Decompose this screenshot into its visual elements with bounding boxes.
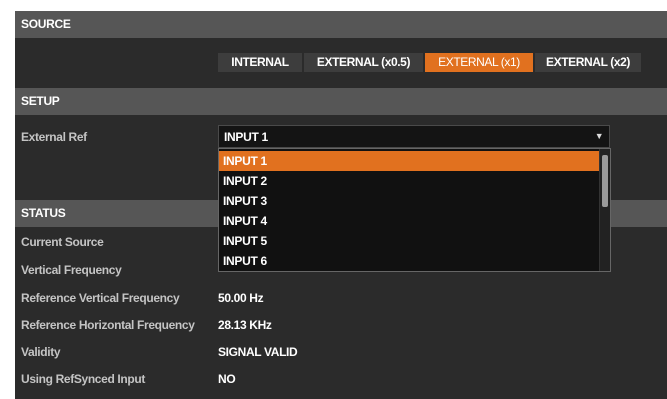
- status-label-current-source: Current Source: [21, 235, 104, 249]
- status-value-ref-horizontal-frequency: 28.13 KHz: [218, 318, 272, 332]
- setup-section-header: SETUP: [15, 88, 667, 115]
- external-ref-select[interactable]: INPUT 1 ▼: [218, 125, 610, 148]
- dropdown-scrollbar-thumb[interactable]: [602, 155, 608, 207]
- dropdown-option-input-3[interactable]: INPUT 3: [219, 191, 601, 211]
- dropdown-option-input-5[interactable]: INPUT 5: [219, 231, 601, 251]
- source-section-header: SOURCE: [15, 11, 667, 38]
- status-label-ref-vertical-frequency: Reference Vertical Frequency: [21, 291, 180, 305]
- status-label-validity: Validity: [21, 345, 61, 359]
- dropdown-option-input-6[interactable]: INPUT 6: [219, 251, 601, 271]
- status-value-using-refsynced-input: NO: [218, 372, 236, 386]
- dropdown-scrollbar[interactable]: [599, 149, 610, 271]
- status-label-ref-horizontal-frequency: Reference Horizontal Frequency: [21, 318, 195, 332]
- dropdown-option-input-4[interactable]: INPUT 4: [219, 211, 601, 231]
- source-external-x05-button[interactable]: EXTERNAL (x0.5): [304, 53, 423, 72]
- status-label-using-refsynced-input: Using RefSynced Input: [21, 372, 145, 386]
- status-label-vertical-frequency: Vertical Frequency: [21, 263, 122, 277]
- status-value-ref-vertical-frequency: 50.00 Hz: [218, 291, 264, 305]
- source-external-x2-button[interactable]: EXTERNAL (x2): [535, 53, 641, 72]
- settings-panel: SOURCE INTERNAL EXTERNAL (x0.5) EXTERNAL…: [15, 11, 667, 399]
- chevron-down-icon[interactable]: ▼: [589, 126, 609, 147]
- dropdown-option-input-2[interactable]: INPUT 2: [219, 171, 601, 191]
- source-external-x1-button[interactable]: EXTERNAL (x1): [425, 53, 533, 72]
- dropdown-option-input-1[interactable]: INPUT 1: [219, 151, 601, 171]
- status-value-validity: SIGNAL VALID: [218, 345, 298, 359]
- external-ref-label: External Ref: [21, 130, 87, 144]
- external-ref-dropdown-list[interactable]: INPUT 1 INPUT 2 INPUT 3 INPUT 4 INPUT 5 …: [218, 148, 611, 272]
- source-internal-button[interactable]: INTERNAL: [218, 53, 302, 72]
- external-ref-selected-value: INPUT 1: [224, 130, 268, 144]
